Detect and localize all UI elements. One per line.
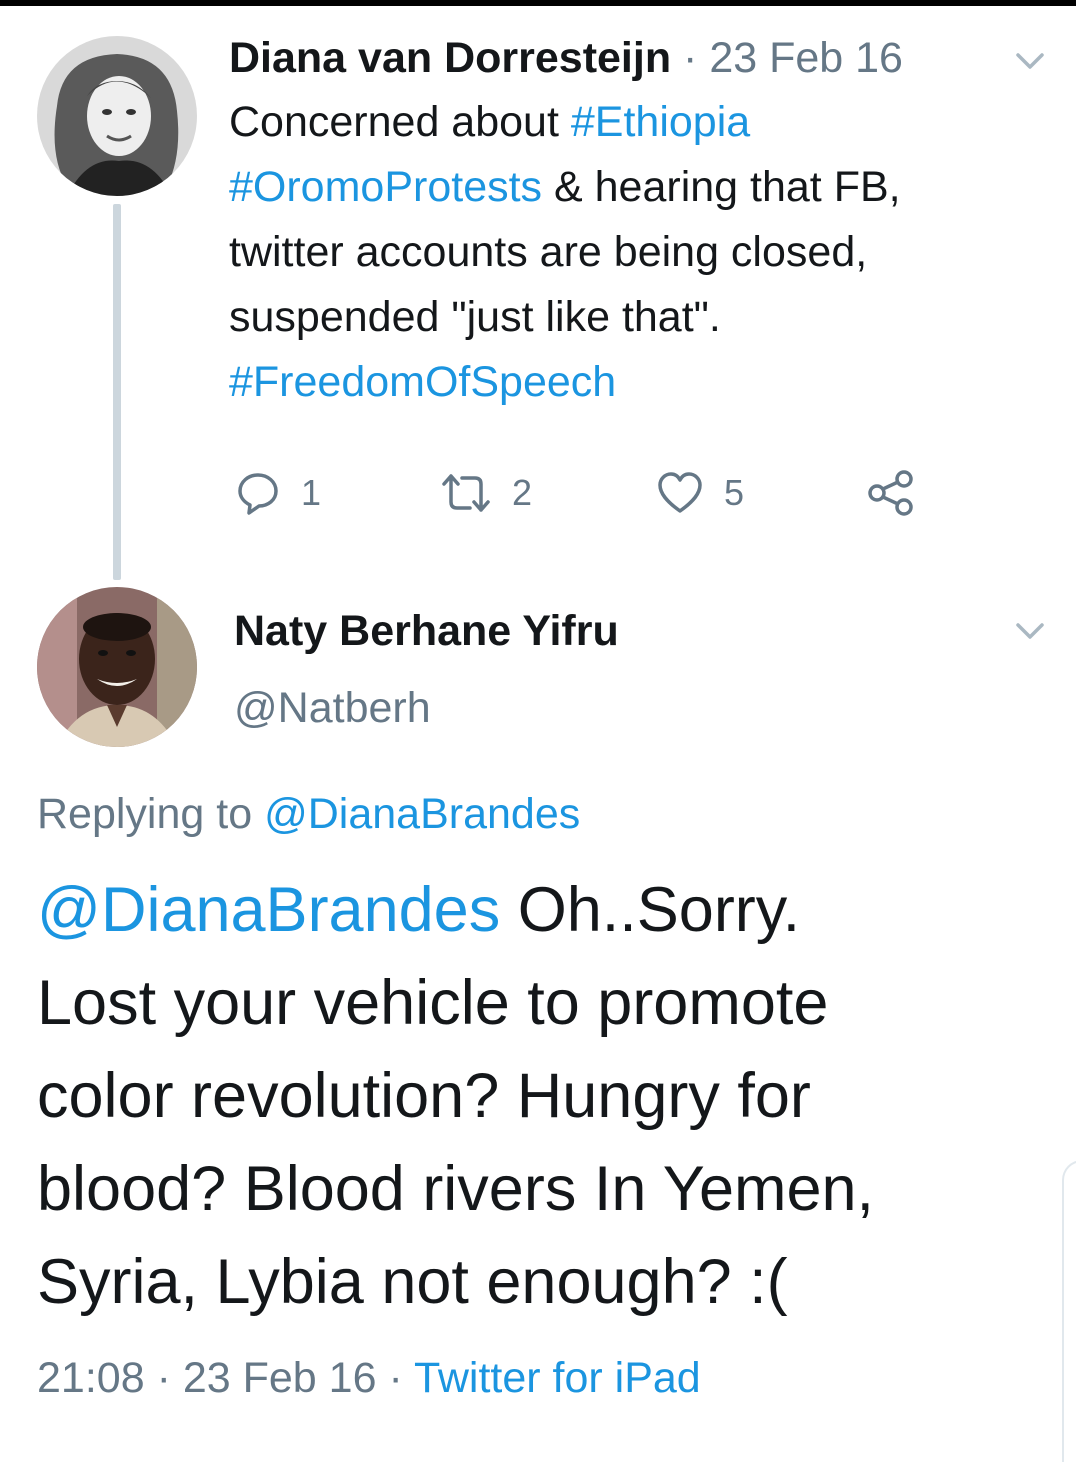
text-segment: Syria, Lybia not enough? :( — [37, 1247, 788, 1317]
retweet-count: 2 — [512, 472, 533, 513]
top-divider — [0, 0, 1076, 6]
hashtag-link[interactable]: #FreedomOfSpeech — [229, 358, 616, 406]
source-link[interactable]: Twitter for iPad — [414, 1354, 701, 1402]
mention-link[interactable]: @DianaBrandes — [37, 875, 500, 945]
tweet-header: Diana van Dorresteijn · 23 Feb 16 — [229, 30, 903, 86]
separator: · — [388, 1354, 403, 1402]
reply-count: 1 — [301, 472, 322, 513]
author-name[interactable]: Naty Berhane Yifru — [234, 603, 619, 659]
chevron-down-icon[interactable] — [1015, 622, 1045, 640]
share-icon — [868, 470, 913, 516]
share-button[interactable] — [866, 470, 916, 516]
text-segment: twitter accounts are being closed, — [229, 228, 868, 276]
text-line: @DianaBrandes Oh..Sorry. — [37, 864, 1037, 957]
text-line: blood? Blood rivers In Yemen, — [37, 1143, 1037, 1236]
tweet-date: 23 Feb 16 — [182, 1354, 377, 1402]
text-line: color revolution? Hungry for — [37, 1050, 1037, 1143]
author-name[interactable]: Diana van Dorresteijn — [229, 34, 671, 82]
reply-target-link[interactable]: @DianaBrandes — [264, 790, 580, 838]
thread-connector — [113, 204, 121, 580]
like-button[interactable]: 5 — [656, 470, 744, 516]
tweet-time: 21:08 — [37, 1354, 145, 1402]
text-line: suspended "just like that". — [229, 285, 1029, 350]
retweet-icon — [442, 474, 490, 512]
hashtag-link[interactable]: #OromoProtests — [229, 163, 542, 211]
scroll-edge — [1062, 1160, 1076, 1462]
text-segment: Lost your vehicle to promote — [37, 968, 829, 1038]
author-handle[interactable]: @Natberh — [234, 680, 431, 736]
text-segment: color revolution? Hungry for — [37, 1061, 811, 1131]
text-segment: Concerned about — [229, 98, 571, 146]
reply-button[interactable]: 1 — [235, 470, 321, 516]
replying-prefix: Replying to — [37, 790, 265, 838]
reply-icon — [238, 473, 278, 515]
text-segment: suspended "just like that". — [229, 293, 721, 341]
tweet-text: @DianaBrandes Oh..Sorry. Lost your vehicl… — [37, 864, 1037, 1329]
retweet-button[interactable]: 2 — [440, 470, 532, 516]
text-line: #OromoProtests & hearing that FB, — [229, 155, 1029, 220]
text-segment: & hearing that FB, — [542, 163, 901, 211]
text-line: Lost your vehicle to promote — [37, 957, 1037, 1050]
text-line: Concerned about #Ethiopia — [229, 90, 1029, 155]
replying-to: Replying to @DianaBrandes — [37, 786, 580, 842]
separator: · — [683, 34, 698, 82]
tweet-footer: 21:08 · 23 Feb 16 · Twitter for iPad — [37, 1350, 701, 1406]
chevron-down-icon[interactable] — [1015, 52, 1045, 70]
text-line: Syria, Lybia not enough? :( — [37, 1236, 1037, 1329]
like-count: 5 — [724, 472, 745, 513]
separator: · — [156, 1354, 171, 1402]
text-line: #FreedomOfSpeech — [229, 350, 1029, 415]
avatar[interactable] — [37, 36, 197, 196]
hashtag-link[interactable]: #Ethiopia — [571, 98, 750, 146]
tweet-text: Concerned about #Ethiopia #OromoProtests … — [229, 90, 1029, 415]
avatar[interactable] — [37, 587, 197, 747]
text-segment: blood? Blood rivers In Yemen, — [37, 1154, 875, 1224]
tweet-date[interactable]: 23 Feb 16 — [709, 34, 903, 82]
text-line: twitter accounts are being closed, — [229, 220, 1029, 285]
heart-icon — [658, 472, 702, 513]
text-segment: Oh..Sorry. — [500, 875, 801, 945]
